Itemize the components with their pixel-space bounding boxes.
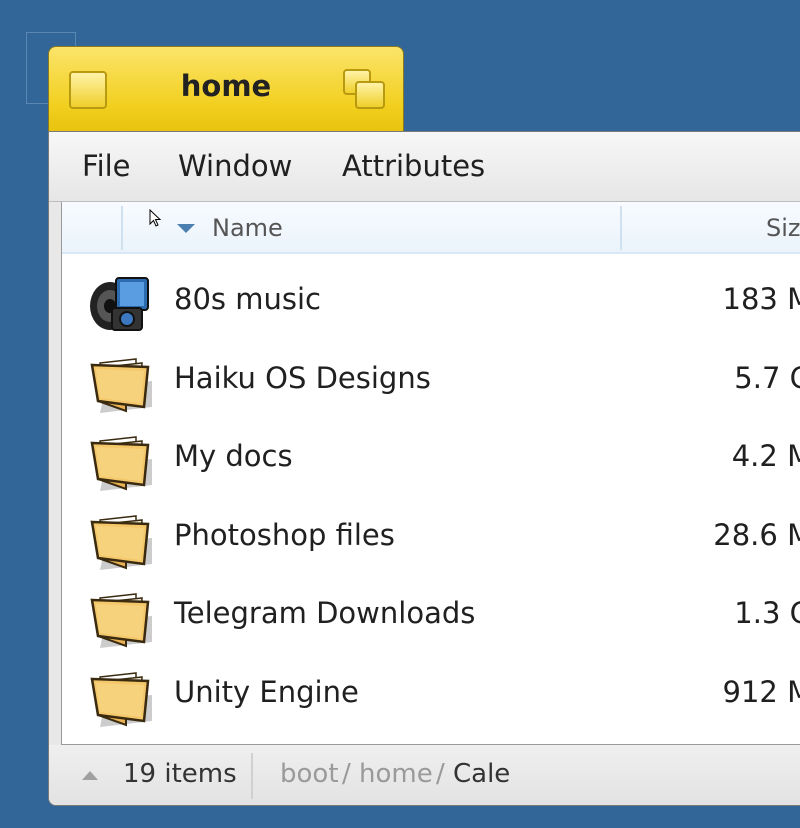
file-name: Haiku OS Designs [174, 360, 431, 395]
item-count: 19 items [123, 759, 237, 789]
file-size: 183 MB [722, 282, 800, 316]
file-row[interactable]: 80s music 183 MB [62, 264, 800, 342]
file-size: 5.7 GB [734, 360, 800, 395]
file-name: My docs [174, 439, 293, 474]
breadcrumb-current: Cale [453, 759, 511, 789]
column-size[interactable]: Size [766, 214, 800, 242]
folder-icon [86, 429, 156, 495]
menu-bar: File Window Attributes [49, 132, 800, 202]
file-name: Unity Engine [174, 675, 359, 709]
column-header: Name Size [62, 202, 800, 254]
file-size: 4.2 MB [731, 439, 800, 474]
breadcrumb-boot[interactable]: boot [280, 759, 339, 789]
column-separator[interactable] [620, 206, 622, 250]
tracker-window: File Window Attributes Name Size 80s mus… [48, 131, 800, 806]
file-name: Telegram Downloads [174, 596, 476, 631]
folder-icon [86, 586, 156, 652]
mouse-cursor-icon [149, 209, 162, 227]
file-row[interactable]: Photoshop files 28.6 MB [62, 500, 800, 578]
breadcrumb-home[interactable]: home [359, 759, 433, 789]
breadcrumb-separator: / [342, 759, 351, 789]
folder-icon [86, 508, 156, 574]
breadcrumb-separator: / [436, 759, 445, 789]
status-divider [251, 753, 253, 799]
file-size: 28.6 MB [713, 517, 800, 552]
menu-attributes[interactable]: Attributes [342, 149, 485, 183]
folder-icon [86, 665, 156, 731]
file-name: Photoshop files [174, 517, 395, 552]
window-tab[interactable]: home [48, 46, 404, 132]
file-row[interactable]: Telegram Downloads 1.3 GB [62, 578, 800, 656]
menu-window[interactable]: Window [178, 149, 292, 183]
folder-icon [86, 351, 156, 417]
menu-file[interactable]: File [82, 149, 131, 183]
sort-descending-icon [177, 224, 195, 233]
column-name[interactable]: Name [212, 214, 283, 242]
file-name: 80s music [174, 282, 321, 316]
file-list[interactable]: Name Size 80s music 183 MB Haiku OS Design… [61, 202, 800, 745]
file-row[interactable]: Unity Engine 912 MB [62, 657, 800, 735]
scroll-up-icon[interactable] [82, 771, 98, 780]
file-row[interactable]: My docs 4.2 MB [62, 421, 800, 499]
file-size: 912 MB [722, 675, 800, 709]
column-separator[interactable] [121, 206, 123, 250]
media-folder-icon [86, 272, 156, 338]
file-row[interactable]: Haiku OS Designs 5.7 GB [62, 343, 800, 421]
status-bar: 19 items boot / home / Cale [49, 745, 800, 805]
zoom-button[interactable] [343, 69, 389, 113]
file-size: 1.3 GB [734, 596, 800, 631]
zoom-icon-front [355, 81, 385, 109]
